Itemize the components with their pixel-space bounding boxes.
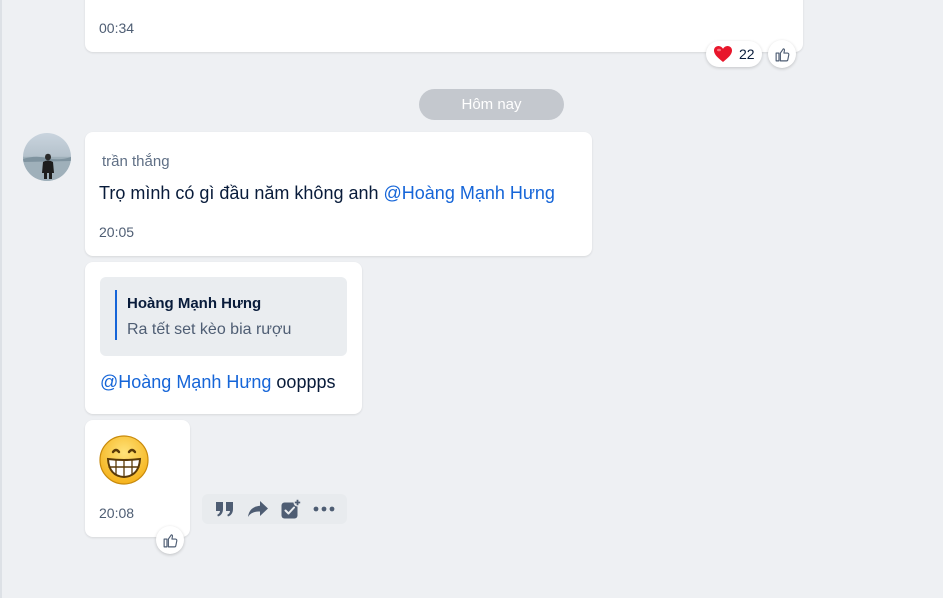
avatar-photo bbox=[23, 153, 71, 181]
thumbs-up-icon bbox=[775, 47, 789, 61]
message-bubble[interactable]: trần thắng Trọ mình có gì đầu năm không … bbox=[85, 132, 592, 256]
message-time: 20:08 bbox=[99, 505, 135, 521]
quoted-message[interactable]: Hoàng Mạnh Hưng Ra tết set kèo bia rượu bbox=[100, 277, 347, 356]
add-task-button[interactable] bbox=[278, 496, 304, 522]
message-text-body: ooppps bbox=[271, 372, 336, 392]
thumbs-up-icon bbox=[163, 533, 177, 547]
quoted-sender: Hoàng Mạnh Hưng bbox=[127, 295, 262, 312]
quote-accent-bar bbox=[115, 290, 117, 340]
avatar[interactable] bbox=[23, 133, 71, 181]
quoted-text: Ra tết set kèo bia rượu bbox=[127, 321, 292, 338]
add-task-icon bbox=[281, 498, 302, 519]
reaction-summary[interactable]: 22 bbox=[706, 41, 762, 67]
mention-link[interactable]: @Hoàng Mạnh Hưng bbox=[384, 183, 555, 203]
message-text-body: Trọ mình có gì đầu năm không anh bbox=[99, 183, 384, 203]
more-options-button[interactable] bbox=[311, 496, 337, 522]
mention-link[interactable]: @Hoàng Mạnh Hưng bbox=[100, 372, 271, 392]
grinning-face-icon bbox=[99, 435, 149, 485]
heart-icon bbox=[714, 46, 732, 62]
forward-button[interactable] bbox=[245, 496, 271, 522]
like-button[interactable] bbox=[768, 40, 796, 68]
message-text: @Hoàng Mạnh Hưng ooppps bbox=[100, 372, 335, 393]
message-text: Trọ mình có gì đầu năm không anh @Hoàng … bbox=[99, 183, 555, 204]
reaction-count: 22 bbox=[739, 46, 755, 62]
message-time: 20:05 bbox=[99, 224, 135, 240]
forward-icon bbox=[247, 501, 268, 517]
sender-name: trần thắng bbox=[102, 153, 170, 170]
message-action-toolbar bbox=[202, 494, 347, 524]
quote-icon bbox=[215, 502, 233, 517]
message-bubble-previous[interactable]: 00:34 bbox=[85, 0, 803, 52]
like-button[interactable] bbox=[156, 526, 184, 554]
message-time: 00:34 bbox=[99, 20, 135, 36]
panel-left-border bbox=[0, 0, 2, 598]
date-separator: Hôm nay bbox=[419, 89, 564, 120]
message-bubble-emoji[interactable]: 20:08 bbox=[85, 420, 190, 537]
reply-quote-button[interactable] bbox=[212, 496, 238, 522]
more-icon bbox=[313, 506, 335, 512]
